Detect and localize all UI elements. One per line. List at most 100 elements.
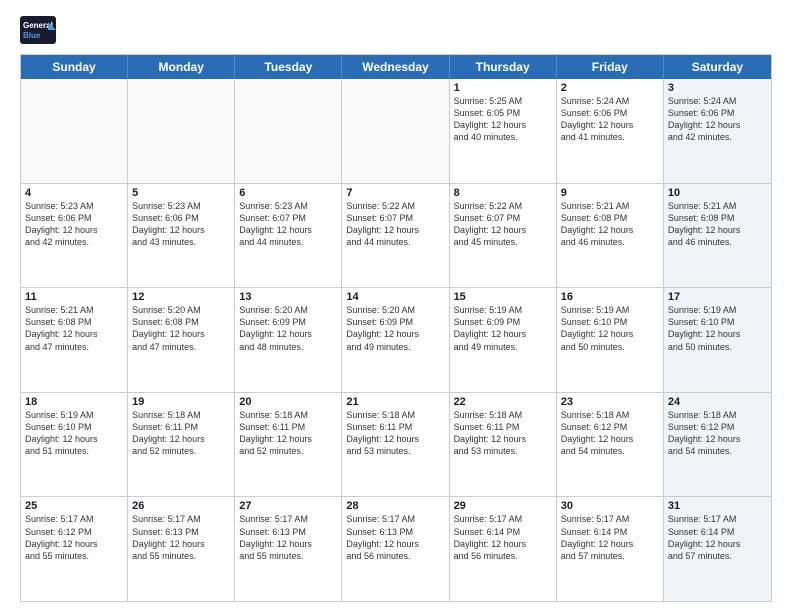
day-number: 27 — [239, 500, 337, 512]
day-cell-13: 13Sunrise: 5:20 AM Sunset: 6:09 PM Dayli… — [235, 288, 342, 392]
day-cell-30: 30Sunrise: 5:17 AM Sunset: 6:14 PM Dayli… — [557, 497, 664, 601]
day-cell-29: 29Sunrise: 5:17 AM Sunset: 6:14 PM Dayli… — [450, 497, 557, 601]
day-info: Sunrise: 5:19 AM Sunset: 6:09 PM Dayligh… — [454, 304, 552, 353]
day-info: Sunrise: 5:22 AM Sunset: 6:07 PM Dayligh… — [346, 200, 444, 249]
day-cell-17: 17Sunrise: 5:19 AM Sunset: 6:10 PM Dayli… — [664, 288, 771, 392]
day-cell-31: 31Sunrise: 5:17 AM Sunset: 6:14 PM Dayli… — [664, 497, 771, 601]
day-number: 19 — [132, 396, 230, 408]
day-info: Sunrise: 5:17 AM Sunset: 6:13 PM Dayligh… — [132, 513, 230, 562]
day-cell-24: 24Sunrise: 5:18 AM Sunset: 6:12 PM Dayli… — [664, 393, 771, 497]
day-cell-1: 1Sunrise: 5:25 AM Sunset: 6:05 PM Daylig… — [450, 79, 557, 183]
day-number: 7 — [346, 187, 444, 199]
logo-icon: General Blue — [20, 16, 56, 44]
day-info: Sunrise: 5:23 AM Sunset: 6:06 PM Dayligh… — [132, 200, 230, 249]
day-info: Sunrise: 5:22 AM Sunset: 6:07 PM Dayligh… — [454, 200, 552, 249]
day-info: Sunrise: 5:24 AM Sunset: 6:06 PM Dayligh… — [668, 95, 767, 144]
day-cell-23: 23Sunrise: 5:18 AM Sunset: 6:12 PM Dayli… — [557, 393, 664, 497]
day-info: Sunrise: 5:18 AM Sunset: 6:12 PM Dayligh… — [561, 409, 659, 458]
day-cell-8: 8Sunrise: 5:22 AM Sunset: 6:07 PM Daylig… — [450, 184, 557, 288]
calendar-row-4: 25Sunrise: 5:17 AM Sunset: 6:12 PM Dayli… — [21, 497, 771, 601]
day-cell-4: 4Sunrise: 5:23 AM Sunset: 6:06 PM Daylig… — [21, 184, 128, 288]
day-number: 10 — [668, 187, 767, 199]
header-day-saturday: Saturday — [664, 55, 771, 79]
day-number: 26 — [132, 500, 230, 512]
day-cell-2: 2Sunrise: 5:24 AM Sunset: 6:06 PM Daylig… — [557, 79, 664, 183]
header-day-monday: Monday — [128, 55, 235, 79]
day-number: 1 — [454, 82, 552, 94]
header-day-wednesday: Wednesday — [342, 55, 449, 79]
day-info: Sunrise: 5:17 AM Sunset: 6:13 PM Dayligh… — [239, 513, 337, 562]
calendar-header: SundayMondayTuesdayWednesdayThursdayFrid… — [21, 55, 771, 79]
day-number: 22 — [454, 396, 552, 408]
day-info: Sunrise: 5:18 AM Sunset: 6:11 PM Dayligh… — [346, 409, 444, 458]
day-number: 18 — [25, 396, 123, 408]
day-info: Sunrise: 5:17 AM Sunset: 6:14 PM Dayligh… — [454, 513, 552, 562]
day-number: 12 — [132, 291, 230, 303]
day-info: Sunrise: 5:25 AM Sunset: 6:05 PM Dayligh… — [454, 95, 552, 144]
day-info: Sunrise: 5:21 AM Sunset: 6:08 PM Dayligh… — [25, 304, 123, 353]
day-number: 31 — [668, 500, 767, 512]
day-number: 14 — [346, 291, 444, 303]
svg-text:Blue: Blue — [23, 31, 41, 40]
page: General Blue SundayMondayTuesdayWednesda… — [0, 0, 792, 612]
day-info: Sunrise: 5:21 AM Sunset: 6:08 PM Dayligh… — [668, 200, 767, 249]
day-number: 9 — [561, 187, 659, 199]
day-number: 3 — [668, 82, 767, 94]
day-cell-12: 12Sunrise: 5:20 AM Sunset: 6:08 PM Dayli… — [128, 288, 235, 392]
calendar: SundayMondayTuesdayWednesdayThursdayFrid… — [20, 54, 772, 602]
day-info: Sunrise: 5:18 AM Sunset: 6:11 PM Dayligh… — [454, 409, 552, 458]
day-cell-15: 15Sunrise: 5:19 AM Sunset: 6:09 PM Dayli… — [450, 288, 557, 392]
day-info: Sunrise: 5:18 AM Sunset: 6:11 PM Dayligh… — [239, 409, 337, 458]
day-number: 28 — [346, 500, 444, 512]
day-cell-5: 5Sunrise: 5:23 AM Sunset: 6:06 PM Daylig… — [128, 184, 235, 288]
day-info: Sunrise: 5:19 AM Sunset: 6:10 PM Dayligh… — [25, 409, 123, 458]
day-number: 11 — [25, 291, 123, 303]
calendar-body: 1Sunrise: 5:25 AM Sunset: 6:05 PM Daylig… — [21, 79, 771, 601]
day-info: Sunrise: 5:18 AM Sunset: 6:11 PM Dayligh… — [132, 409, 230, 458]
day-number: 20 — [239, 396, 337, 408]
day-cell-25: 25Sunrise: 5:17 AM Sunset: 6:12 PM Dayli… — [21, 497, 128, 601]
day-number: 29 — [454, 500, 552, 512]
day-info: Sunrise: 5:18 AM Sunset: 6:12 PM Dayligh… — [668, 409, 767, 458]
day-cell-10: 10Sunrise: 5:21 AM Sunset: 6:08 PM Dayli… — [664, 184, 771, 288]
day-info: Sunrise: 5:20 AM Sunset: 6:08 PM Dayligh… — [132, 304, 230, 353]
calendar-row-2: 11Sunrise: 5:21 AM Sunset: 6:08 PM Dayli… — [21, 288, 771, 393]
day-info: Sunrise: 5:17 AM Sunset: 6:13 PM Dayligh… — [346, 513, 444, 562]
day-cell-26: 26Sunrise: 5:17 AM Sunset: 6:13 PM Dayli… — [128, 497, 235, 601]
header-day-tuesday: Tuesday — [235, 55, 342, 79]
day-cell-3: 3Sunrise: 5:24 AM Sunset: 6:06 PM Daylig… — [664, 79, 771, 183]
day-info: Sunrise: 5:19 AM Sunset: 6:10 PM Dayligh… — [668, 304, 767, 353]
day-number: 24 — [668, 396, 767, 408]
day-info: Sunrise: 5:17 AM Sunset: 6:12 PM Dayligh… — [25, 513, 123, 562]
day-number: 4 — [25, 187, 123, 199]
empty-cell — [342, 79, 449, 183]
day-info: Sunrise: 5:24 AM Sunset: 6:06 PM Dayligh… — [561, 95, 659, 144]
calendar-row-1: 4Sunrise: 5:23 AM Sunset: 6:06 PM Daylig… — [21, 184, 771, 289]
day-number: 17 — [668, 291, 767, 303]
day-cell-19: 19Sunrise: 5:18 AM Sunset: 6:11 PM Dayli… — [128, 393, 235, 497]
day-cell-27: 27Sunrise: 5:17 AM Sunset: 6:13 PM Dayli… — [235, 497, 342, 601]
day-info: Sunrise: 5:23 AM Sunset: 6:07 PM Dayligh… — [239, 200, 337, 249]
day-info: Sunrise: 5:19 AM Sunset: 6:10 PM Dayligh… — [561, 304, 659, 353]
day-number: 8 — [454, 187, 552, 199]
day-cell-6: 6Sunrise: 5:23 AM Sunset: 6:07 PM Daylig… — [235, 184, 342, 288]
logo: General Blue — [20, 16, 60, 44]
day-number: 25 — [25, 500, 123, 512]
day-cell-9: 9Sunrise: 5:21 AM Sunset: 6:08 PM Daylig… — [557, 184, 664, 288]
day-number: 13 — [239, 291, 337, 303]
day-cell-11: 11Sunrise: 5:21 AM Sunset: 6:08 PM Dayli… — [21, 288, 128, 392]
day-info: Sunrise: 5:23 AM Sunset: 6:06 PM Dayligh… — [25, 200, 123, 249]
day-cell-16: 16Sunrise: 5:19 AM Sunset: 6:10 PM Dayli… — [557, 288, 664, 392]
day-cell-14: 14Sunrise: 5:20 AM Sunset: 6:09 PM Dayli… — [342, 288, 449, 392]
day-info: Sunrise: 5:20 AM Sunset: 6:09 PM Dayligh… — [239, 304, 337, 353]
header-day-sunday: Sunday — [21, 55, 128, 79]
header-day-friday: Friday — [557, 55, 664, 79]
day-cell-7: 7Sunrise: 5:22 AM Sunset: 6:07 PM Daylig… — [342, 184, 449, 288]
day-info: Sunrise: 5:17 AM Sunset: 6:14 PM Dayligh… — [561, 513, 659, 562]
day-number: 2 — [561, 82, 659, 94]
empty-cell — [21, 79, 128, 183]
empty-cell — [128, 79, 235, 183]
day-number: 21 — [346, 396, 444, 408]
day-number: 16 — [561, 291, 659, 303]
day-number: 15 — [454, 291, 552, 303]
